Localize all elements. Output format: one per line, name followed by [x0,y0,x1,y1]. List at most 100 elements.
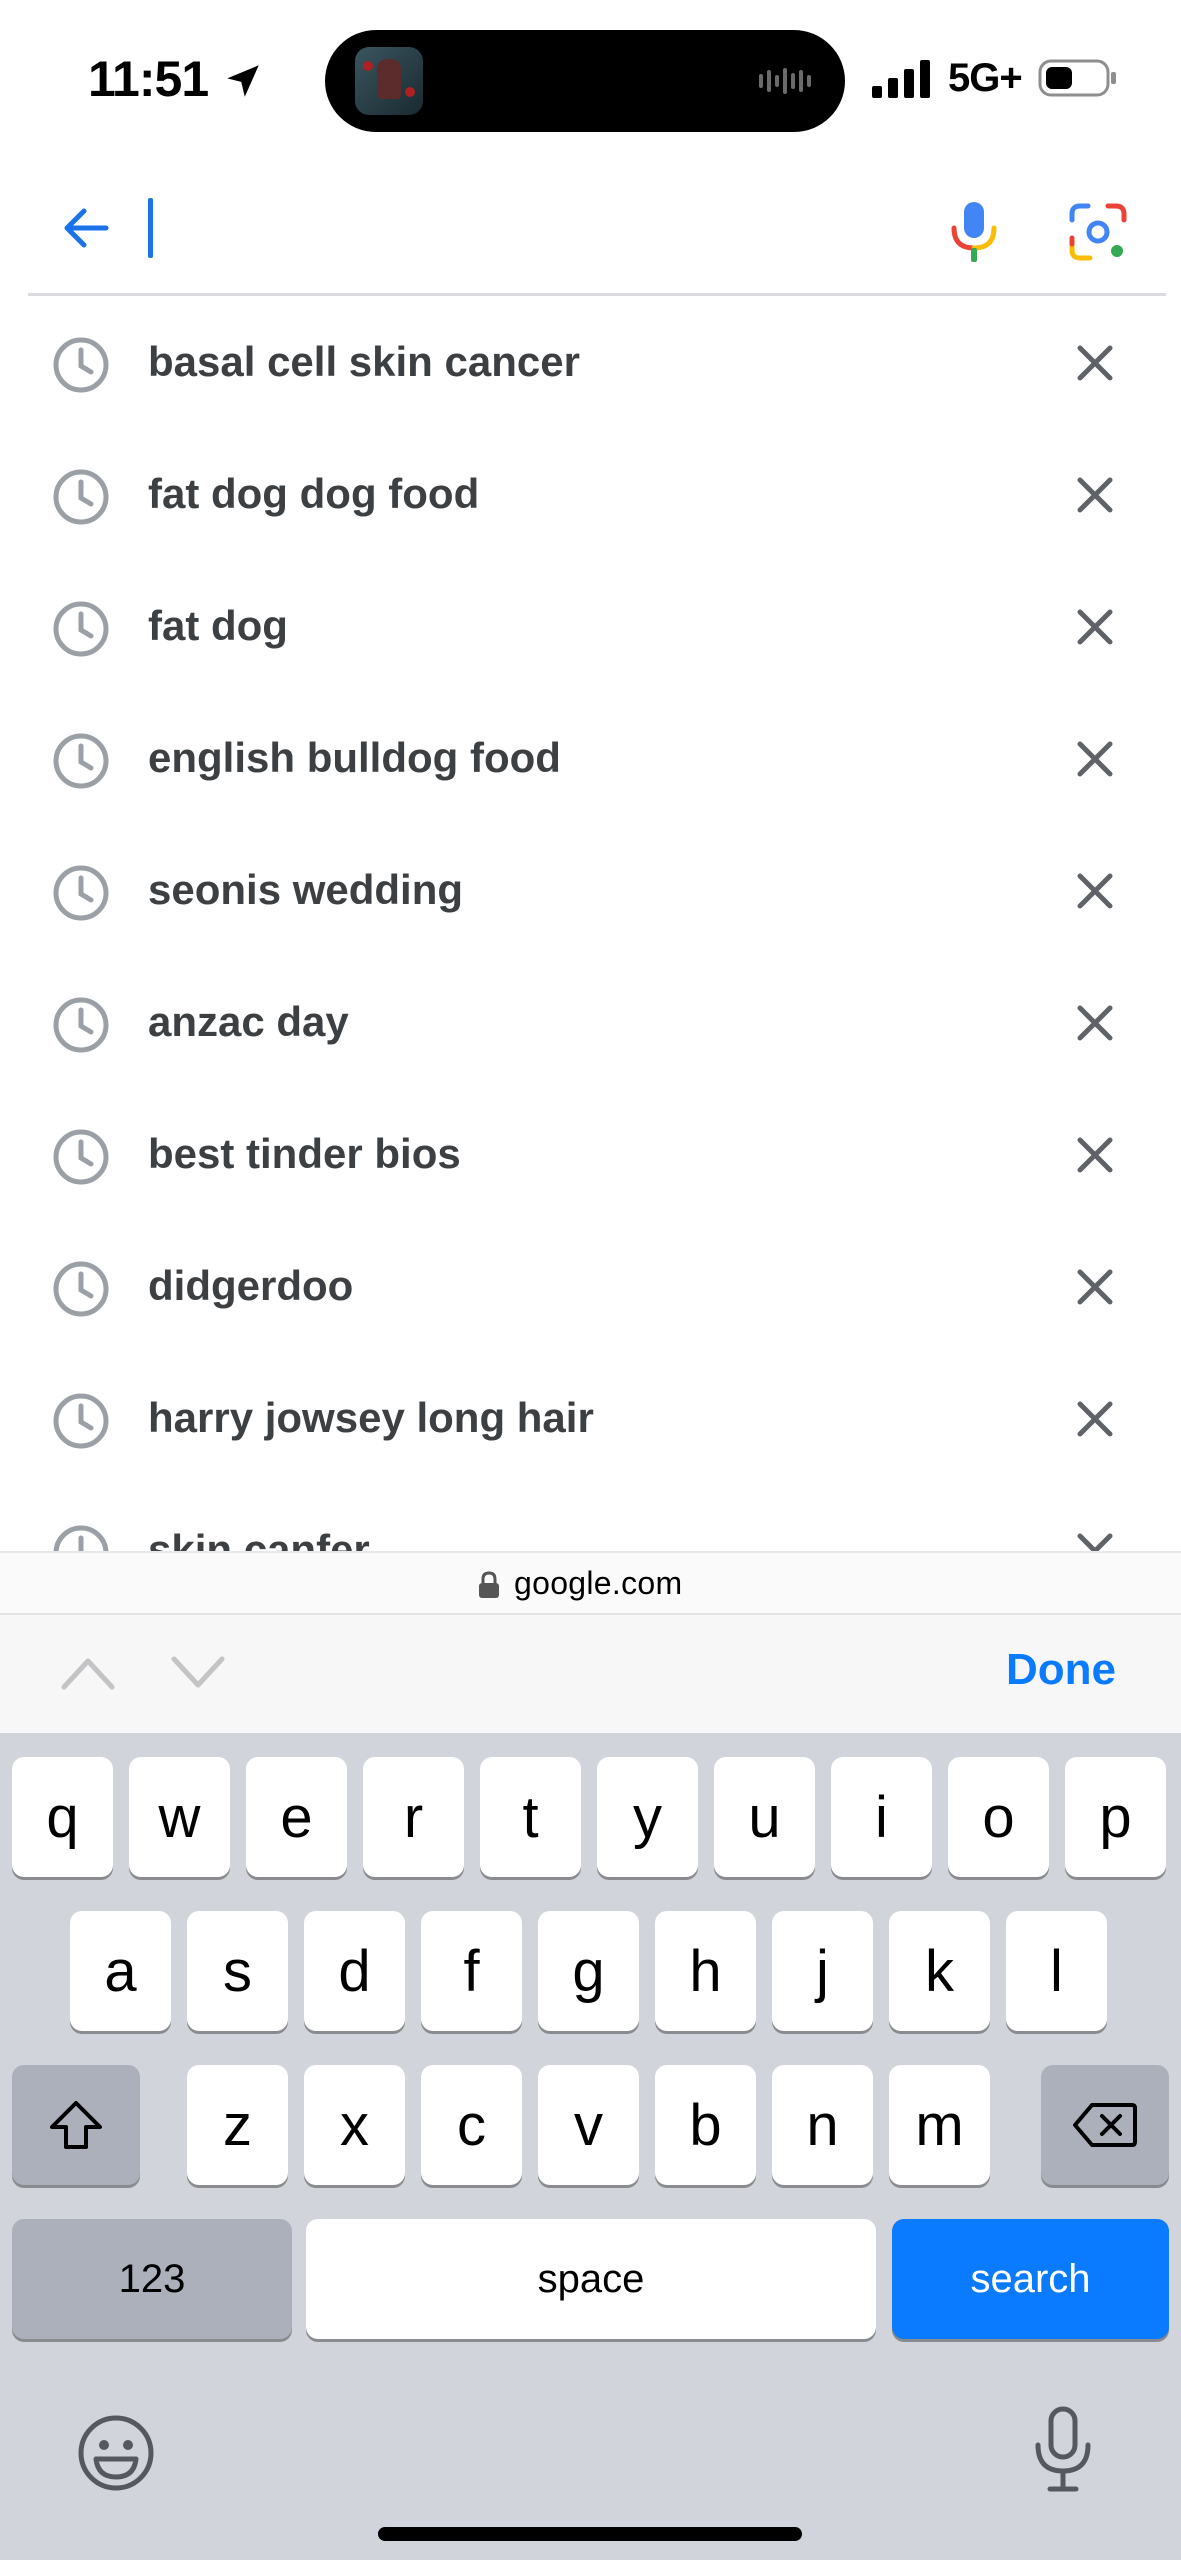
status-time: 11:51 [88,51,209,107]
search-suggestions: basal cell skin cancer fat dog dog food … [0,298,1181,1551]
key-p[interactable]: p [1065,1757,1166,1877]
delete-key[interactable] [1041,2065,1169,2185]
remove-suggestion-icon[interactable] [1074,1398,1116,1440]
suggestion-item[interactable]: anzac day [0,958,1181,1090]
home-indicator[interactable] [378,2527,802,2541]
key-o[interactable]: o [948,1757,1049,1877]
key-f[interactable]: f [421,1911,522,2031]
history-clock-icon [53,469,109,525]
suggestion-item[interactable]: best tinder bios [0,1090,1181,1222]
history-clock-icon [53,997,109,1053]
location-arrow-icon [227,65,259,97]
suggestion-text: basal cell skin cancer [148,338,580,385]
remove-suggestion-icon[interactable] [1074,1002,1116,1044]
suggestion-text: fat dog [148,602,288,649]
voice-search-icon[interactable] [944,200,1004,264]
search-bar [28,170,1166,296]
address-bar[interactable]: google.com [0,1551,1181,1613]
suggestion-item[interactable]: basal cell skin cancer [0,298,1181,430]
suggestion-text: english bulldog food [148,734,561,781]
now-playing-artwork [355,47,423,115]
status-bar: 11:51 5G+ [0,0,1181,160]
audio-waveform-icon [759,68,811,94]
history-clock-icon [53,337,109,393]
history-clock-icon [53,1261,109,1317]
lock-icon [479,1571,499,1598]
suggestion-text: seonis wedding [148,866,464,913]
suggestion-item[interactable]: seonis wedding [0,826,1181,958]
battery-icon [1038,59,1116,97]
key-y[interactable]: y [597,1757,698,1877]
remove-suggestion-icon[interactable] [1074,342,1116,384]
remove-suggestion-icon[interactable] [1074,738,1116,780]
suggestion-item[interactable]: fat dog dog food [0,430,1181,562]
key-v[interactable]: v [538,2065,639,2185]
key-c[interactable]: c [421,2065,522,2185]
suggestion-item[interactable]: didgerdoo [0,1222,1181,1354]
suggestion-text: didgerdoo [148,1262,354,1309]
shift-key[interactable] [12,2065,140,2185]
done-button[interactable]: Done [1006,1645,1116,1695]
key-k[interactable]: k [889,1911,990,2031]
history-clock-icon [53,733,109,789]
dynamic-island[interactable] [325,30,845,132]
dictation-mic-icon[interactable] [1030,2405,1096,2495]
remove-suggestion-icon[interactable] [1074,606,1116,648]
suggestion-item[interactable]: fat dog [0,562,1181,694]
history-clock-icon [53,1393,109,1449]
history-clock-icon [53,601,109,657]
chevron-up-icon[interactable] [58,1651,118,1695]
key-t[interactable]: t [480,1757,581,1877]
space-key[interactable]: space [306,2219,876,2339]
remove-suggestion-icon[interactable] [1074,474,1116,516]
suggestion-item[interactable]: skin canfer [0,1486,1181,1551]
google-lens-icon[interactable] [1068,202,1128,262]
key-r[interactable]: r [363,1757,464,1877]
key-x[interactable]: x [304,2065,405,2185]
key-d[interactable]: d [304,1911,405,2031]
suggestion-text: skin canfer [148,1526,370,1551]
keyboard: q w e r t y u i o p a s d f g h j k l z … [0,1733,1181,2560]
remove-suggestion-icon[interactable] [1074,1134,1116,1176]
key-j[interactable]: j [772,1911,873,2031]
key-l[interactable]: l [1006,1911,1107,2031]
key-u[interactable]: u [714,1757,815,1877]
key-s[interactable]: s [187,1911,288,2031]
suggestion-text: anzac day [148,998,349,1045]
shift-icon [50,2101,102,2149]
back-arrow-icon[interactable] [58,200,114,256]
remove-suggestion-icon[interactable] [1074,870,1116,912]
search-key[interactable]: search [892,2219,1169,2339]
key-g[interactable]: g [538,1911,639,2031]
url-domain: google.com [514,1565,683,1601]
emoji-icon[interactable] [76,2413,156,2493]
keyboard-accessory-bar: Done [0,1613,1181,1733]
suggestion-text: fat dog dog food [148,470,480,517]
key-z[interactable]: z [187,2065,288,2185]
suggestion-item[interactable]: english bulldog food [0,694,1181,826]
remove-suggestion-icon[interactable] [1074,1530,1116,1551]
key-a[interactable]: a [70,1911,171,2031]
key-h[interactable]: h [655,1911,756,2031]
suggestion-text: harry jowsey long hair [148,1394,594,1441]
key-m[interactable]: m [889,2065,990,2185]
key-i[interactable]: i [831,1757,932,1877]
chevron-down-icon[interactable] [168,1651,228,1695]
key-n[interactable]: n [772,2065,873,2185]
history-clock-icon [53,1525,109,1551]
search-input[interactable] [158,190,918,270]
remove-suggestion-icon[interactable] [1074,1266,1116,1308]
suggestion-text: best tinder bios [148,1130,461,1177]
suggestion-item[interactable]: harry jowsey long hair [0,1354,1181,1486]
history-clock-icon [53,1129,109,1185]
text-cursor [148,198,153,258]
numbers-key[interactable]: 123 [12,2219,292,2339]
key-e[interactable]: e [246,1757,347,1877]
network-type: 5G+ [948,56,1023,100]
key-q[interactable]: q [12,1757,113,1877]
key-b[interactable]: b [655,2065,756,2185]
cellular-signal-icon [872,60,930,98]
key-w[interactable]: w [129,1757,230,1877]
backspace-icon [1073,2103,1137,2147]
history-clock-icon [53,865,109,921]
